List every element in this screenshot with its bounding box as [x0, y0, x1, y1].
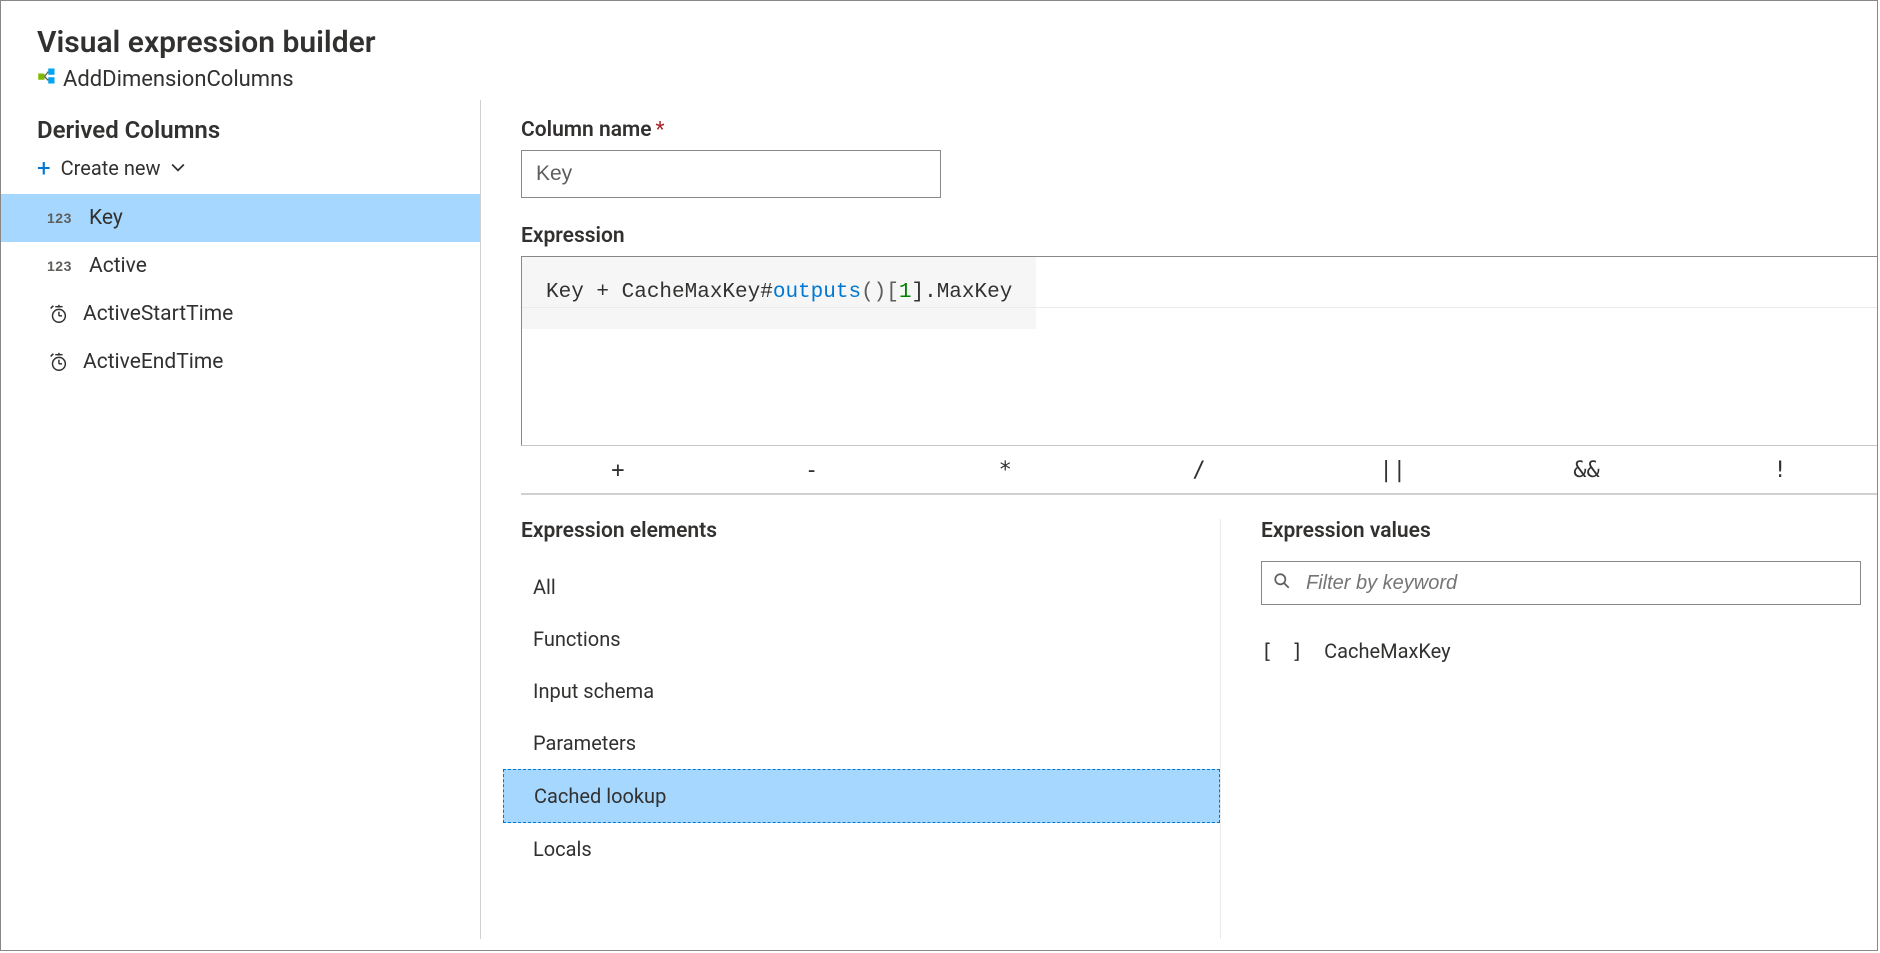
create-new-label: Create new — [61, 156, 161, 180]
expression-token: ()[ — [861, 281, 899, 304]
operator-button[interactable]: && — [1490, 458, 1684, 483]
expression-token: ].MaxKey — [911, 281, 1012, 304]
expression-element-item[interactable]: Locals — [521, 823, 1220, 875]
header: Visual expression builder AddDimensionCo… — [1, 1, 1877, 100]
expression-label: Expression — [521, 224, 1877, 248]
chevron-down-icon — [171, 156, 185, 180]
derived-column-label: ActiveStartTime — [83, 302, 233, 326]
plus-icon: + — [37, 156, 51, 180]
operator-button[interactable]: - — [715, 458, 909, 483]
numeric-type-icon: 123 — [47, 258, 75, 274]
array-type-icon: [ ] — [1261, 639, 1306, 663]
app-frame: Visual expression builder AddDimensionCo… — [0, 0, 1878, 951]
filter-input[interactable] — [1261, 561, 1861, 605]
expression-value-item[interactable]: [ ] CacheMaxKey — [1261, 633, 1877, 669]
expression-token: 1 — [899, 281, 912, 304]
expression-elements-panel: Expression elements AllFunctionsInput sc… — [521, 519, 1221, 939]
column-name-input[interactable] — [521, 150, 941, 198]
derived-column-label: Key — [89, 206, 123, 230]
main-panel: Column name* Expression Key + CacheMaxKe… — [481, 100, 1877, 939]
expression-elements-title: Expression elements — [521, 519, 1220, 543]
expression-values-panel: Expression values [ ] CacheMaxKey — [1221, 519, 1877, 939]
operator-button[interactable]: || — [1296, 458, 1490, 483]
sidebar-heading: Derived Columns — [1, 108, 480, 150]
expression-values-title: Expression values — [1261, 519, 1877, 543]
expression-token: outputs — [773, 281, 861, 304]
page-title: Visual expression builder — [37, 25, 1877, 60]
step-name: AddDimensionColumns — [63, 67, 294, 92]
operator-button[interactable]: + — [521, 458, 715, 483]
create-new-button[interactable]: + Create new — [1, 150, 480, 194]
expression-element-item[interactable]: Functions — [521, 613, 1220, 665]
column-name-label: Column name* — [521, 118, 1877, 142]
derived-column-label: Active — [89, 254, 147, 278]
datetime-type-icon — [47, 303, 69, 325]
expression-element-item[interactable]: Cached lookup — [503, 769, 1220, 823]
derived-columns-list: 123 Key 123 Active ActiveStartTime ActiveEndT… — [1, 194, 480, 386]
expression-element-item[interactable]: All — [521, 561, 1220, 613]
operator-toolbar: +-*/||&&! — [521, 446, 1877, 495]
expression-editor[interactable]: Key + CacheMaxKey#outputs()[1].MaxKey — [521, 256, 1877, 446]
derived-column-label: ActiveEndTime — [83, 350, 223, 374]
operator-button[interactable]: ! — [1683, 458, 1877, 483]
datetime-type-icon — [47, 351, 69, 373]
expression-value-label: CacheMaxKey — [1324, 639, 1450, 663]
flow-step-icon — [37, 66, 57, 92]
derived-columns-sidebar: Derived Columns + Create new 123 Key 123 Ac… — [1, 100, 481, 939]
expression-element-item[interactable]: Input schema — [521, 665, 1220, 717]
derived-column-item[interactable]: ActiveStartTime — [1, 290, 480, 338]
search-icon — [1273, 572, 1291, 594]
derived-column-item[interactable]: 123 Active — [1, 242, 480, 290]
operator-button[interactable]: / — [1102, 458, 1296, 483]
numeric-type-icon: 123 — [47, 210, 75, 226]
expression-token: Key + CacheMaxKey# — [546, 281, 773, 304]
derived-column-item[interactable]: ActiveEndTime — [1, 338, 480, 386]
operator-button[interactable]: * — [908, 458, 1102, 483]
step-breadcrumb: AddDimensionColumns — [37, 66, 1877, 92]
expression-element-item[interactable]: Parameters — [521, 717, 1220, 769]
derived-column-item[interactable]: 123 Key — [1, 194, 480, 242]
